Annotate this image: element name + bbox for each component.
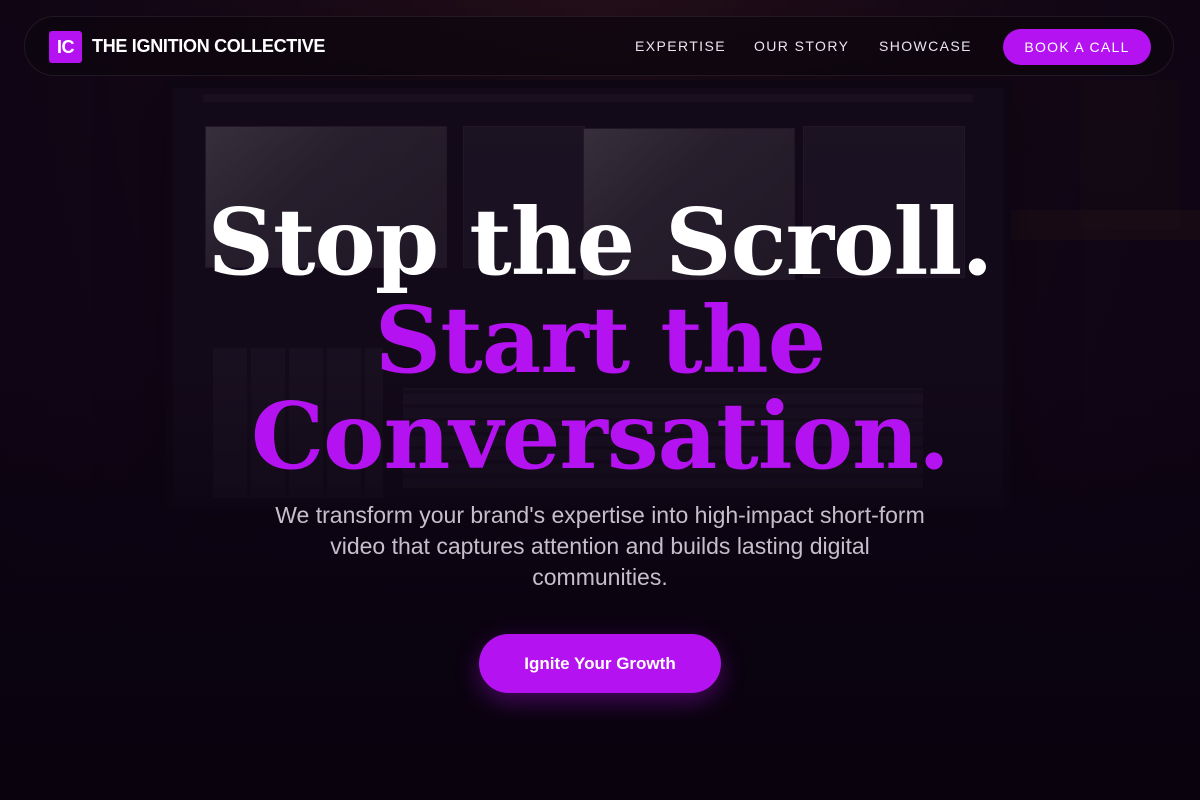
hero-headline-accent-line2: Conversation.: [250, 382, 950, 490]
book-a-call-button[interactable]: BOOK A CALL: [1003, 29, 1151, 65]
hero-subtitle: We transform your brand's expertise into…: [275, 502, 925, 590]
hero-headline-accent-line1: Start the: [374, 286, 826, 394]
brand-name[interactable]: THE IGNITION COLLECTIVE: [92, 36, 325, 57]
nav-link-our-story[interactable]: OUR STORY: [754, 38, 849, 54]
logo-badge[interactable]: IC: [49, 31, 82, 63]
top-navbar: IC THE IGNITION COLLECTIVE EXPERTISE OUR…: [24, 16, 1174, 76]
landing-page: IC THE IGNITION COLLECTIVE EXPERTISE OUR…: [0, 0, 1200, 800]
nav-link-showcase[interactable]: SHOWCASE: [879, 38, 972, 54]
ignite-your-growth-button[interactable]: Ignite Your Growth: [479, 634, 721, 693]
hero-headline-white: Stop the Scroll.: [207, 188, 994, 296]
nav-link-expertise[interactable]: EXPERTISE: [635, 38, 726, 54]
